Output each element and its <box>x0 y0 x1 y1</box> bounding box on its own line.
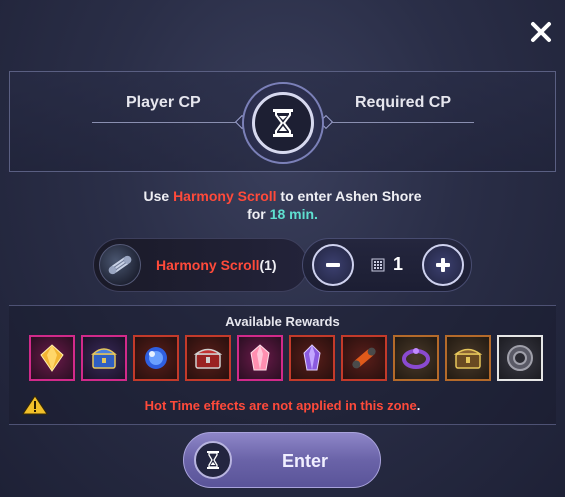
purple-ring-icon <box>402 348 430 369</box>
divider-left <box>92 122 237 123</box>
required-cp-label: Required CP <box>355 94 452 111</box>
hourglass-emblem <box>242 82 324 164</box>
item-name: Harmony Scroll(1) <box>156 257 277 273</box>
required-item-bar: Harmony Scroll(1) <box>93 238 308 292</box>
hourglass-icon <box>273 109 293 137</box>
player-cp-label: Player CP <box>126 94 201 111</box>
enter-button[interactable]: Enter <box>183 432 381 488</box>
rewards-title: Available Rewards <box>225 314 340 329</box>
reward-slot[interactable] <box>185 335 231 381</box>
reward-slot[interactable] <box>81 335 127 381</box>
red-chest-icon <box>193 348 223 369</box>
quantity-value[interactable]: 1 <box>393 254 403 275</box>
cp-panel: Player CP Required CP <box>9 71 556 172</box>
enter-icon-badge <box>194 441 232 479</box>
reward-slot[interactable] <box>237 335 283 381</box>
quantity-stepper: 1 <box>302 238 472 292</box>
reward-slot[interactable] <box>341 335 387 381</box>
plus-icon <box>436 258 450 272</box>
increase-button[interactable] <box>422 244 464 286</box>
close-button[interactable] <box>529 20 553 44</box>
entry-description-line2: for 18 min. <box>247 206 318 222</box>
golden-chest-icon <box>453 348 483 369</box>
warning-text: Hot Time effects are not applied in this… <box>144 398 421 413</box>
enter-label: Enter <box>281 451 328 471</box>
description-item-name: Harmony Scroll <box>173 188 277 204</box>
purple-crystal-icon <box>303 344 321 371</box>
divider-right <box>328 122 474 123</box>
reward-slot[interactable] <box>289 335 335 381</box>
item-count: (1) <box>259 257 277 273</box>
reward-slot[interactable] <box>497 335 543 381</box>
fire-scroll-icon <box>352 347 376 369</box>
pink-crystal-icon <box>250 344 270 371</box>
minus-icon <box>326 263 340 267</box>
decrease-button[interactable] <box>312 244 354 286</box>
blue-chest-icon <box>91 348 117 369</box>
rewards-panel: Available Rewards Hot Time effects are n… <box>9 305 556 425</box>
golden-gem-icon <box>40 344 64 372</box>
entry-description-line1: Use Harmony Scroll to enter Ashen Shore <box>143 188 422 204</box>
gear-coin-icon <box>507 345 533 371</box>
hourglass-icon <box>207 451 219 469</box>
description-duration: 18 min <box>269 206 315 222</box>
item-slot[interactable] <box>99 244 141 286</box>
reward-slot[interactable] <box>29 335 75 381</box>
reward-slot[interactable] <box>445 335 491 381</box>
reward-slot[interactable] <box>133 335 179 381</box>
close-icon <box>531 22 551 42</box>
scroll-icon <box>108 255 132 275</box>
reward-slot[interactable] <box>393 335 439 381</box>
quantity-display: 1 <box>371 254 403 275</box>
rewards-list <box>29 335 543 381</box>
calculator-icon[interactable] <box>371 258 385 272</box>
blue-orb-icon <box>145 347 167 369</box>
